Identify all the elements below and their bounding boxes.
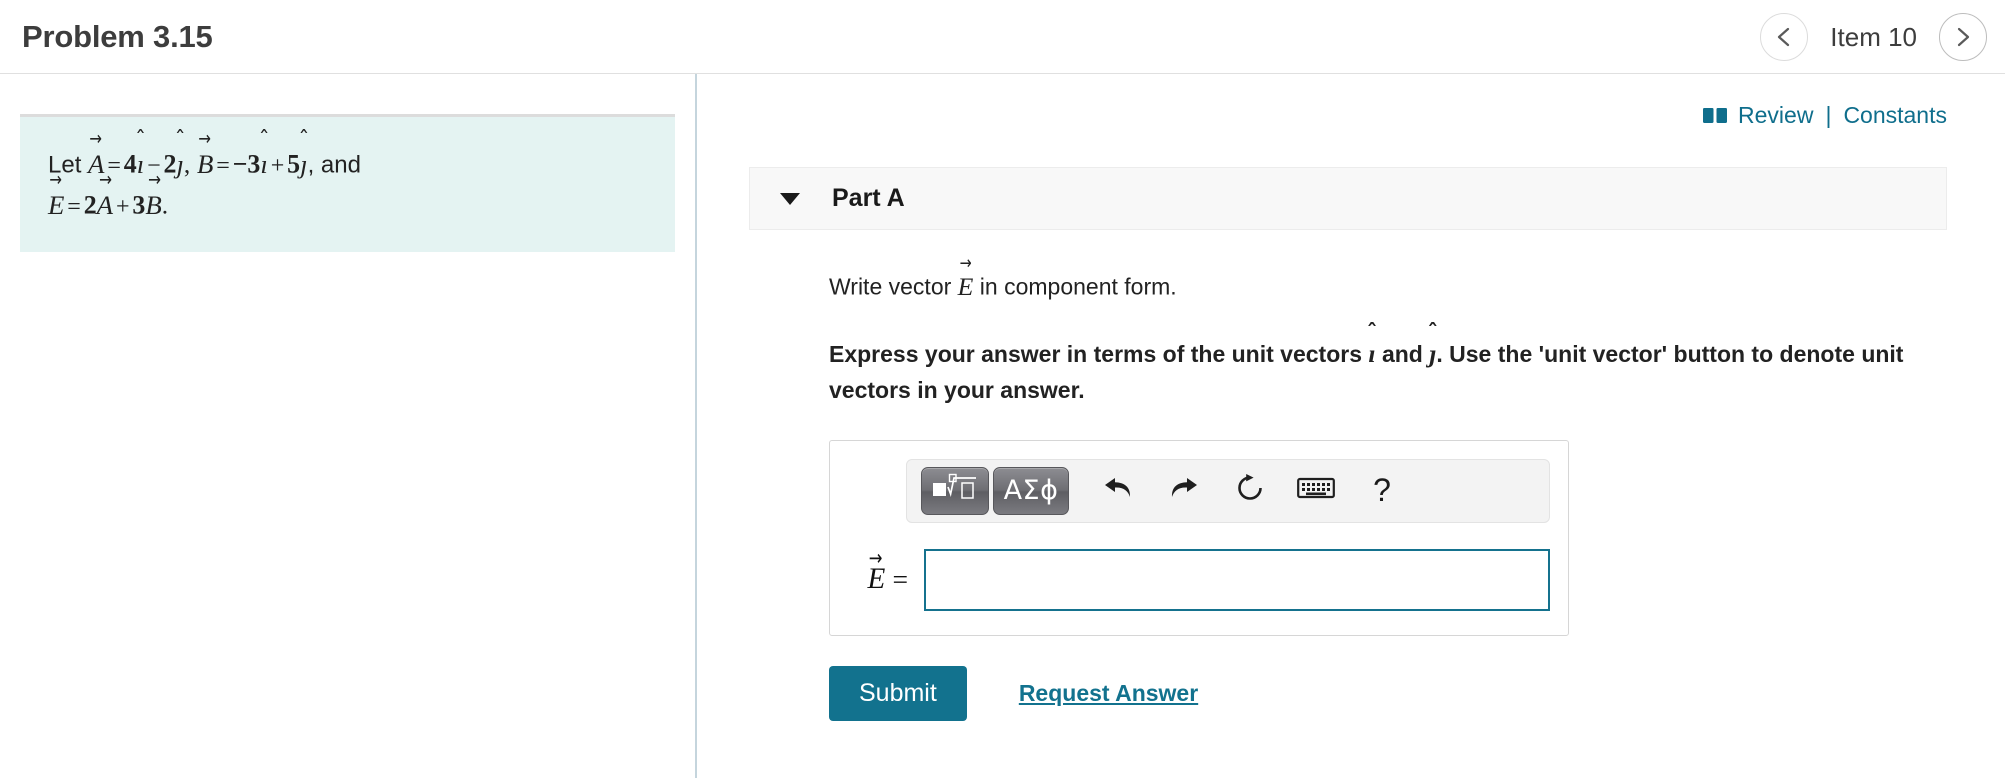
plus-sign-2: + [115,193,130,220]
answer-equals-sign: = [892,563,908,595]
redo-arrow-icon [1167,473,1201,508]
j-hat-symbol: ȷ [176,144,183,185]
action-row: Submit Request Answer [829,665,1947,722]
top-header-bar: Problem 3.15 Item 10 [0,0,2005,74]
math-editor-toolbar: ΑΣϕ ? [906,458,1550,523]
answer-input-row: E = [848,548,1550,611]
sqrt-template-icon [931,472,979,509]
problem-line-1-trailing: , and [307,151,361,179]
problem-line-1: Let A=4ı−2ȷ, B=−3ı+5ȷ, and [48,143,645,184]
page-title: Problem 3.15 [22,18,213,54]
vector-e-symbol: E [48,184,64,225]
item-navigation: Item 10 [1760,0,1987,74]
b-i-coefficient: −3 [232,149,261,179]
submit-button[interactable]: Submit [829,665,967,722]
keyboard-button[interactable] [1285,467,1347,515]
request-answer-link[interactable]: Request Answer [1019,680,1198,707]
answer-editor-card: ΑΣϕ ? E → = [829,439,1569,636]
item-number-label: Item 10 [1830,21,1917,52]
problem-statement-pane: Let A=4ı−2ȷ, B=−3ı+5ȷ, and E=2A+3B. [0,74,695,778]
part-a-panel: Part A Write vector E in component form.… [749,167,1947,722]
i-hat-symbol: ı [137,144,144,185]
i-hat-symbol-2: ı [260,144,267,185]
j-hat-symbol-2: ȷ [300,144,307,185]
question-mark-icon: ? [1373,472,1391,509]
instruction-i-hat-icon: ı [1368,335,1375,374]
equals-sign-3: = [67,193,81,220]
review-link[interactable]: Review [1738,102,1813,129]
question-vector-e: E [958,268,974,305]
part-a-body: Write vector E in component form. Expres… [749,268,1947,722]
reset-button[interactable] [1219,467,1281,515]
instruction-part-1: Express your answer in terms of the unit… [829,340,1362,367]
problem-statement-box: Let A=4ı−2ȷ, B=−3ı+5ȷ, and E=2A+3B. [20,114,675,252]
reset-circular-arrow-icon [1234,472,1266,509]
equals-sign-2: = [216,152,230,179]
answer-vector-e-symbol: E [867,563,885,597]
previous-item-button[interactable] [1760,13,1809,61]
review-separator: | [1825,102,1832,128]
greek-letters-icon: ΑΣϕ [1003,475,1059,507]
a-i-coefficient: 4 [123,149,137,179]
vector-b-symbol: B [197,143,213,184]
review-constants-links: Review | Constants [1702,102,1947,129]
vector-b-symbol-2: B [145,184,161,225]
answer-pane: Review | Constants Part A Write vector E… [697,74,2005,778]
problem-line-2: E=2A+3B. [48,184,645,225]
question-prefix: Write vector [829,273,952,300]
question-suffix: in component form. [979,273,1177,300]
undo-arrow-icon [1101,473,1135,508]
part-a-header[interactable]: Part A [749,167,1947,230]
chevron-right-icon [1953,25,1973,49]
constants-link[interactable]: Constants [1843,102,1947,129]
comma-1: , [183,149,191,179]
greek-symbols-button[interactable]: ΑΣϕ [993,466,1069,515]
period-1: . [161,190,169,220]
instruction-and: and [1381,340,1423,367]
next-item-button[interactable] [1939,13,1987,61]
book-icon [1702,106,1728,126]
plus-sign: + [270,152,285,179]
a-j-coefficient: 2 [163,149,177,179]
undo-button[interactable] [1087,467,1149,515]
content-area: Let A=4ı−2ȷ, B=−3ı+5ȷ, and E=2A+3B. Revi… [0,74,2005,778]
answer-label: E = [862,563,908,597]
redo-button[interactable] [1153,467,1215,515]
e-b-coefficient: 3 [132,190,146,220]
keyboard-icon [1297,475,1335,506]
b-j-coefficient: 5 [287,149,301,179]
vector-a-symbol-2: A [97,184,113,225]
math-template-button[interactable] [921,466,989,515]
question-text: Write vector E in component form. [829,268,1947,305]
answer-input[interactable] [924,548,1550,611]
instruction-j-hat-icon: ȷ [1429,335,1436,374]
chevron-left-icon [1774,25,1794,49]
answer-instruction: Express your answer in terms of the unit… [829,335,1939,408]
e-a-coefficient: 2 [83,190,97,220]
help-button[interactable]: ? [1351,467,1413,515]
caret-down-icon[interactable] [780,192,800,205]
part-a-title: Part A [832,184,905,212]
